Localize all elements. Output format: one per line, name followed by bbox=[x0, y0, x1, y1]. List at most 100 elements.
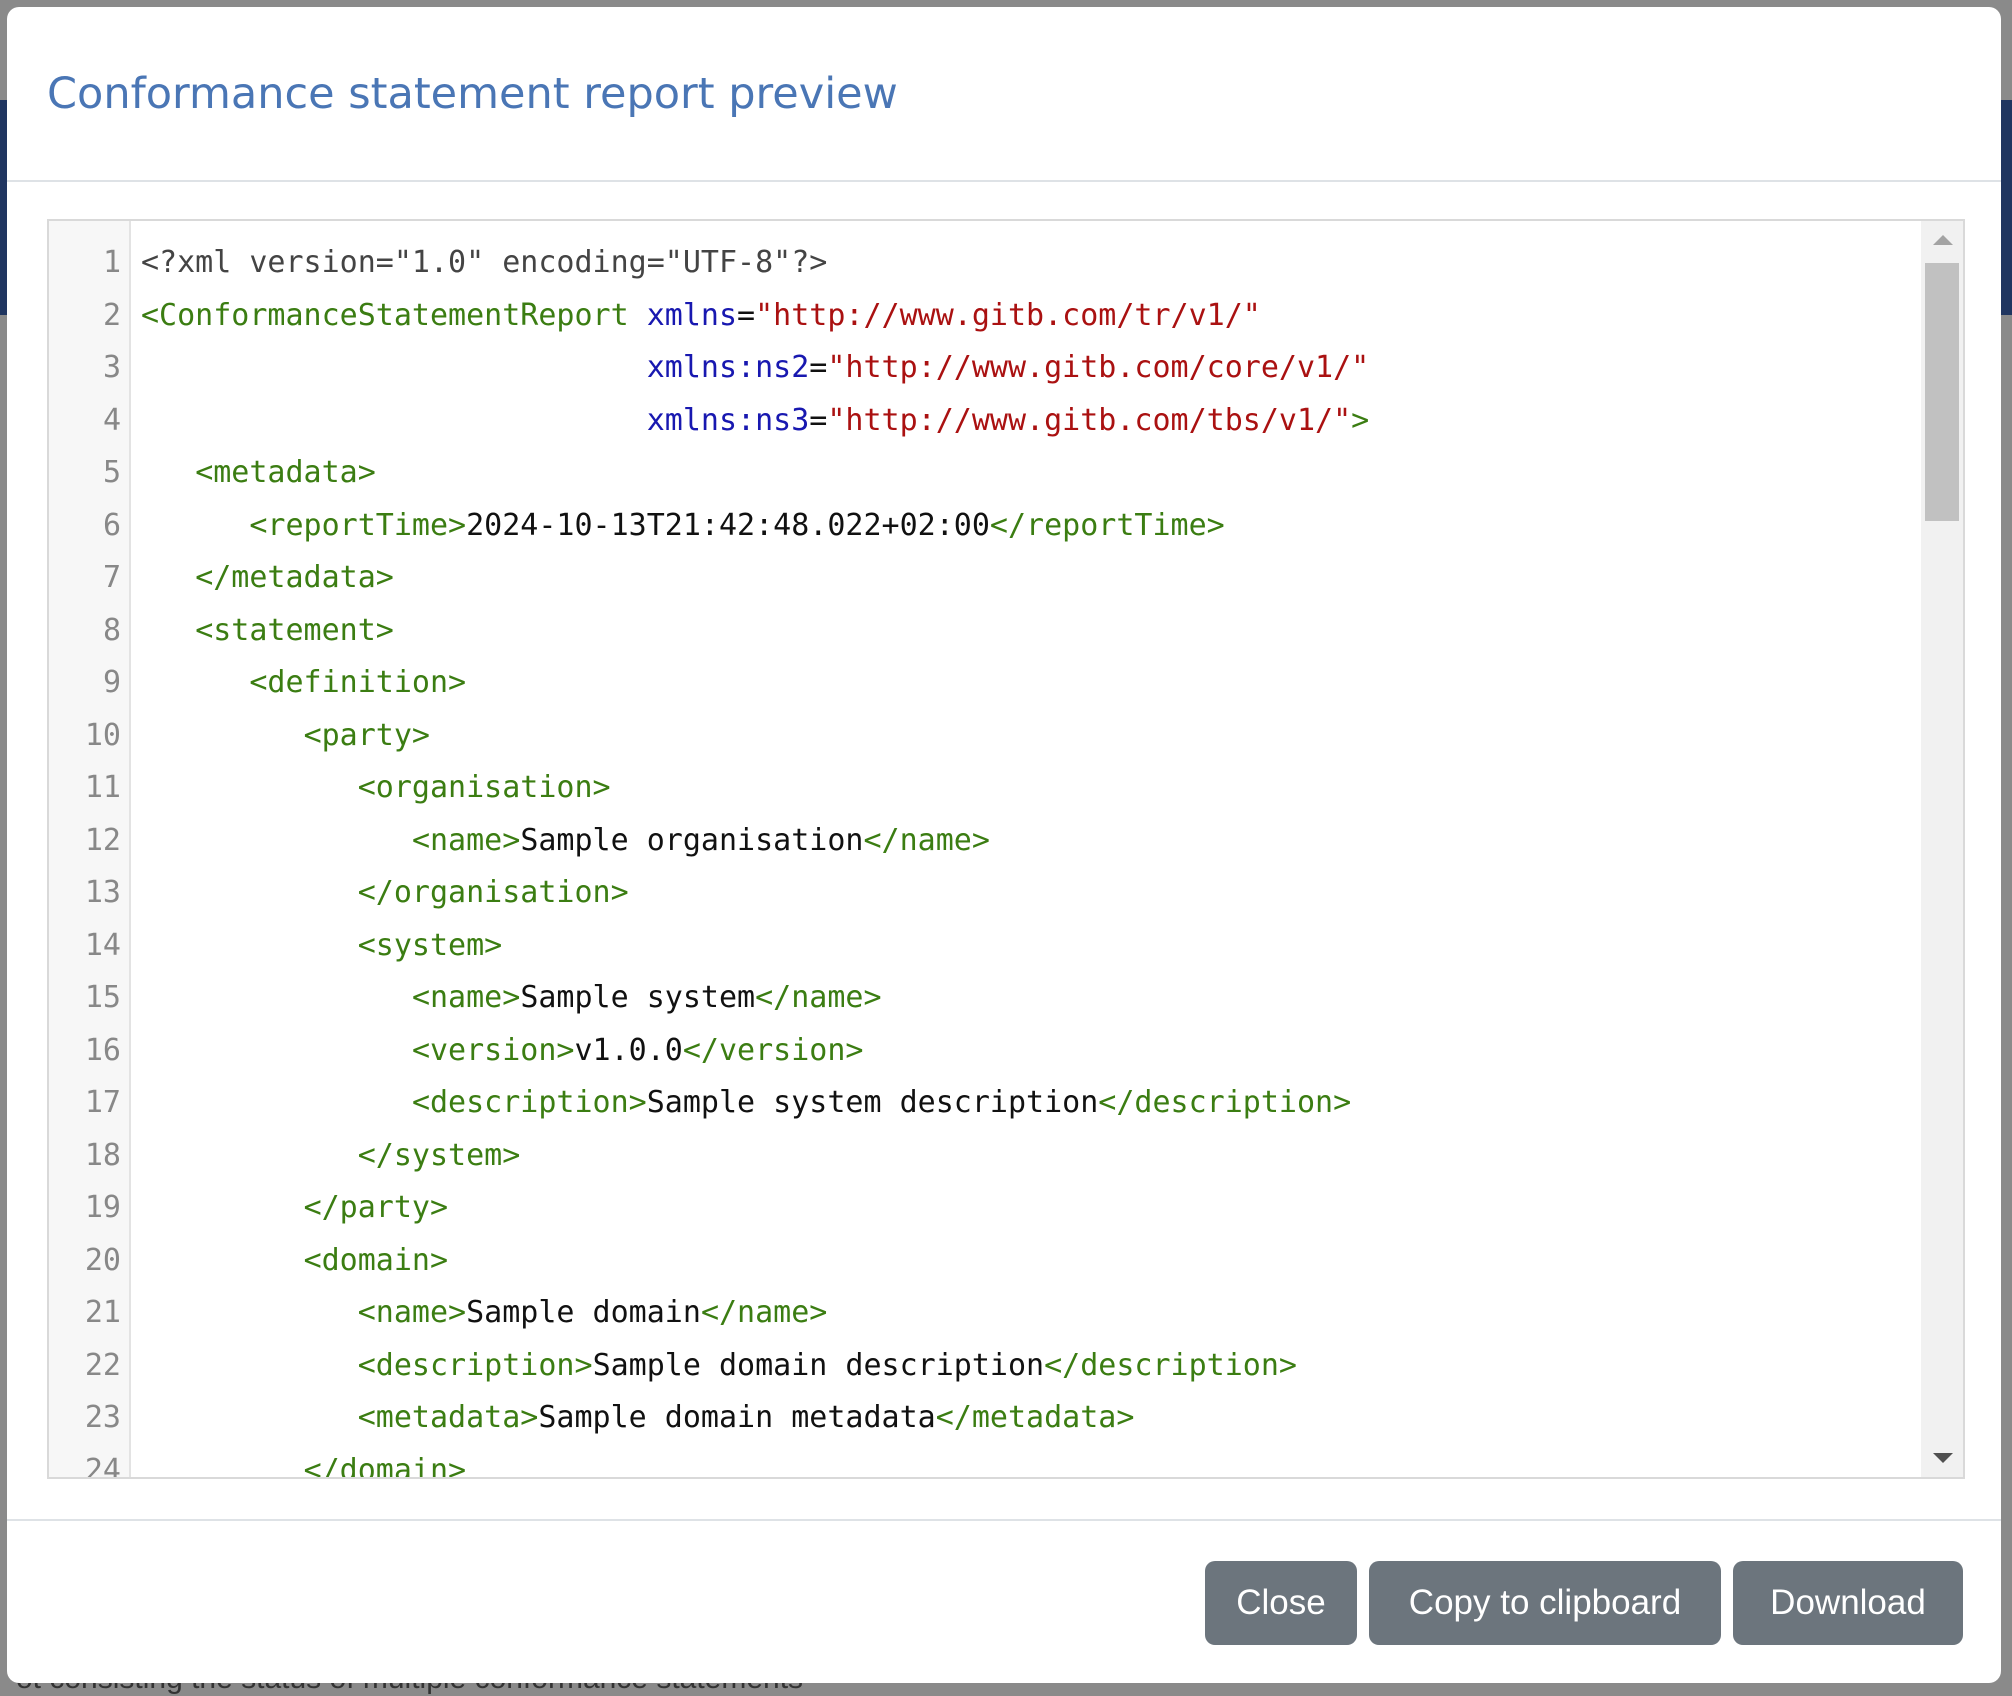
xml-token-tag: </party> bbox=[303, 1190, 449, 1225]
line-number: 6 bbox=[102, 507, 121, 543]
scroll-down-arrow-icon bbox=[1933, 1453, 1953, 1463]
code-line: 23 <metadata>Sample domain metadata</met… bbox=[49, 1392, 1921, 1445]
code-line-text: <statement> bbox=[141, 605, 394, 658]
code-line-text: <description>Sample system description</… bbox=[141, 1077, 1351, 1130]
code-line: 20 <domain> bbox=[49, 1235, 1921, 1288]
code-line-text: <description>Sample domain description</… bbox=[141, 1340, 1297, 1393]
line-number: 14 bbox=[84, 927, 121, 963]
line-number: 16 bbox=[84, 1032, 121, 1068]
xml-token-tag: </domain> bbox=[303, 1452, 467, 1479]
close-button[interactable]: Close bbox=[1205, 1561, 1357, 1645]
download-button[interactable]: Download bbox=[1733, 1561, 1963, 1645]
xml-token-val: "http://www.gitb.com/tbs/v1/" bbox=[827, 402, 1352, 438]
xml-token-tag: <organisation> bbox=[357, 770, 611, 805]
xml-token-attr: xmlns bbox=[646, 297, 738, 333]
xml-token-tag: </description> bbox=[1098, 1085, 1352, 1120]
code-line: 6 <reportTime>2024-10-13T21:42:48.022+02… bbox=[49, 500, 1921, 553]
xml-token-tag: </organisation> bbox=[357, 875, 629, 910]
line-number: 21 bbox=[84, 1295, 121, 1330]
line-number: 7 bbox=[102, 560, 121, 595]
code-line-text: <definition> bbox=[141, 657, 466, 710]
code-line: 16 <version>v1.0.0</version> bbox=[49, 1025, 1921, 1078]
xml-token-tag: <metadata> bbox=[195, 455, 376, 490]
line-number: 20 bbox=[84, 1242, 121, 1278]
line-number: 2 bbox=[102, 297, 121, 333]
line-number: 8 bbox=[102, 612, 121, 648]
editor-vertical-scrollbar[interactable] bbox=[1921, 221, 1963, 1477]
code-line-text: <metadata> bbox=[141, 447, 376, 500]
code-line: 2 <ConformanceStatementReport xmlns="http… bbox=[49, 290, 1921, 343]
line-number: 13 bbox=[84, 875, 121, 910]
line-number: 24 bbox=[84, 1452, 121, 1479]
xml-token-attr: xmlns:ns2 bbox=[646, 350, 810, 385]
code-line: 21 <name>Sample domain</name> bbox=[49, 1287, 1921, 1340]
modal-title: Conformance statement report preview bbox=[47, 69, 898, 119]
line-number: 19 bbox=[84, 1190, 121, 1225]
code-line: 11 <organisation> bbox=[49, 762, 1921, 815]
code-line-text: </system> bbox=[141, 1130, 521, 1183]
xml-token-tag: <reportTime> bbox=[249, 507, 467, 543]
code-line-text: </metadata> bbox=[141, 552, 394, 605]
xml-token-tag: </system> bbox=[357, 1137, 521, 1173]
xml-code-editor[interactable]: 1 <?xml version="1.0" encoding="UTF-8"?> 2… bbox=[47, 219, 1965, 1479]
xml-token-text: = bbox=[809, 350, 828, 385]
xml-token-text: = bbox=[809, 402, 828, 438]
line-number: 10 bbox=[84, 717, 121, 753]
xml-token-text: = bbox=[737, 297, 756, 333]
xml-token-text: Sample domain description bbox=[592, 1347, 1045, 1383]
code-line: 10 <party> bbox=[49, 710, 1921, 763]
code-line: 4 xmlns:ns3="http://www.gitb.com/tbs/v1/… bbox=[49, 395, 1921, 448]
code-line: 7 </metadata> bbox=[49, 552, 1921, 605]
code-line-text: </party> bbox=[141, 1182, 449, 1235]
line-number: 22 bbox=[84, 1347, 121, 1383]
xml-token-tag: </metadata> bbox=[195, 560, 394, 595]
xml-token-tag: > bbox=[1351, 402, 1370, 438]
xml-token-text: Sample domain metadata bbox=[538, 1400, 936, 1435]
code-line-text: <version>v1.0.0</version> bbox=[141, 1025, 864, 1078]
line-number: 3 bbox=[102, 350, 121, 385]
scrollbar-thumb[interactable] bbox=[1925, 263, 1959, 521]
xml-token-tag: <name> bbox=[411, 822, 521, 858]
xml-token-tag: <description> bbox=[411, 1085, 647, 1120]
xml-token-text: Sample domain bbox=[466, 1295, 701, 1330]
code-line: 1 <?xml version="1.0" encoding="UTF-8"?> bbox=[49, 237, 1921, 290]
line-number: 5 bbox=[102, 455, 121, 490]
xml-token-val: "http://www.gitb.com/tr/v1/" bbox=[755, 297, 1261, 333]
xml-token-text: Sample system bbox=[520, 980, 756, 1015]
xml-token-tag: <domain> bbox=[303, 1242, 449, 1278]
code-line-text: <reportTime>2024-10-13T21:42:48.022+02:0… bbox=[141, 500, 1224, 553]
xml-token-tag: </name> bbox=[755, 980, 882, 1015]
code-line-text: <name>Sample system</name> bbox=[141, 972, 882, 1025]
xml-token-tag: <description> bbox=[357, 1347, 593, 1383]
copy-to-clipboard-button[interactable]: Copy to clipboard bbox=[1369, 1561, 1721, 1645]
scroll-up-arrow-icon bbox=[1933, 235, 1953, 245]
code-line: 18 </system> bbox=[49, 1130, 1921, 1183]
xml-token-decl: <?xml version="1.0" encoding="UTF-8"?> bbox=[141, 245, 828, 280]
xml-token-tag: <version> bbox=[411, 1032, 575, 1068]
code-line-text: xmlns:ns2="http://www.gitb.com/core/v1/" bbox=[141, 342, 1369, 395]
xml-token-tag: </version> bbox=[682, 1032, 864, 1068]
xml-token-tag: <metadata> bbox=[357, 1400, 539, 1435]
xml-token-tag: <statement> bbox=[195, 612, 394, 648]
scroll-up-button[interactable] bbox=[1921, 221, 1963, 257]
xml-token-text: 2024-10-13T21:42:48.022+02:00 bbox=[466, 507, 990, 543]
code-content[interactable]: 1 <?xml version="1.0" encoding="UTF-8"?> 2… bbox=[49, 237, 1921, 1477]
code-line-text: <name>Sample organisation</name> bbox=[141, 815, 990, 868]
modal-header: Conformance statement report preview bbox=[7, 7, 2001, 182]
scroll-down-button[interactable] bbox=[1921, 1441, 1963, 1477]
xml-token-text: Sample system description bbox=[646, 1085, 1099, 1120]
code-line-text: xmlns:ns3="http://www.gitb.com/tbs/v1/"> bbox=[141, 395, 1369, 448]
